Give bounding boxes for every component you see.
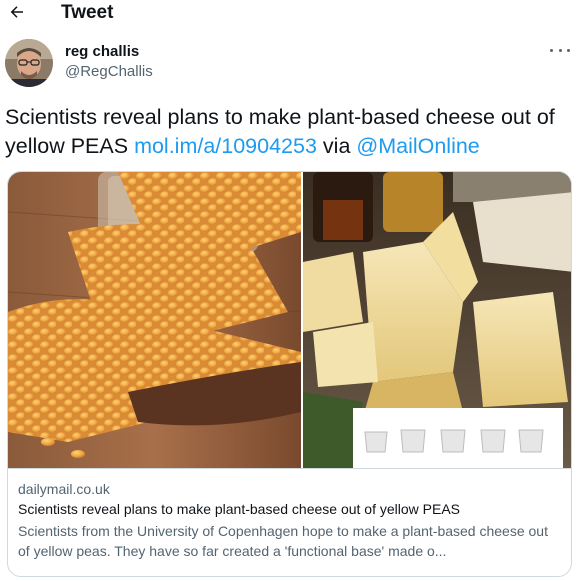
avatar[interactable] bbox=[5, 39, 53, 87]
more-dot bbox=[558, 48, 562, 52]
tweet-text: Scientists reveal plans to make plant-ba… bbox=[5, 103, 583, 161]
tweet-link[interactable]: mol.im/a/10904253 bbox=[134, 134, 317, 158]
card-title: Scientists reveal plans to make plant-ba… bbox=[18, 501, 461, 517]
peas-image bbox=[8, 172, 301, 468]
card-image-collage[interactable] bbox=[8, 172, 571, 468]
more-horizontal-icon bbox=[550, 48, 553, 52]
author-handle[interactable]: @RegChallis bbox=[65, 63, 153, 80]
card-description: Scientists from the University of Copenh… bbox=[18, 523, 548, 559]
page-title: Tweet bbox=[61, 2, 114, 23]
link-preview-card[interactable]: dailymail.co.uk Scientists reveal plans … bbox=[7, 171, 572, 577]
more-options-button[interactable] bbox=[550, 43, 570, 57]
card-domain: dailymail.co.uk bbox=[18, 481, 110, 497]
back-button[interactable] bbox=[6, 1, 28, 23]
author-display-name[interactable]: reg challis bbox=[65, 43, 139, 60]
top-bar: Tweet bbox=[0, 0, 587, 26]
tweet-via: via bbox=[316, 134, 357, 158]
more-dot bbox=[567, 48, 570, 52]
arrow-left-icon bbox=[10, 6, 23, 18]
tweet-mention[interactable]: @MailOnline bbox=[356, 134, 479, 158]
cheese-image bbox=[301, 172, 571, 468]
card-meta[interactable]: dailymail.co.uk Scientists reveal plans … bbox=[8, 468, 571, 576]
